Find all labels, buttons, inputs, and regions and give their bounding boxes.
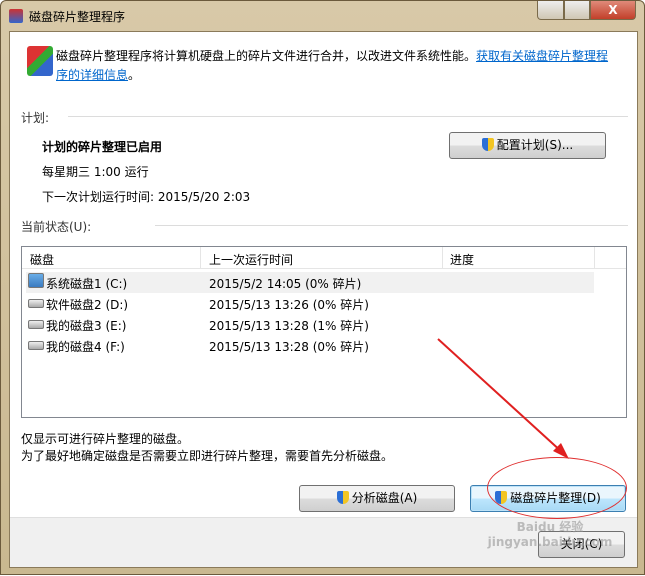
annotation-ellipse <box>487 457 627 519</box>
window-frame: 磁盘碎片整理程序 X 磁盘碎片整理程序将计算机硬盘上的碎片文件进行合并，以改进文… <box>0 0 645 575</box>
